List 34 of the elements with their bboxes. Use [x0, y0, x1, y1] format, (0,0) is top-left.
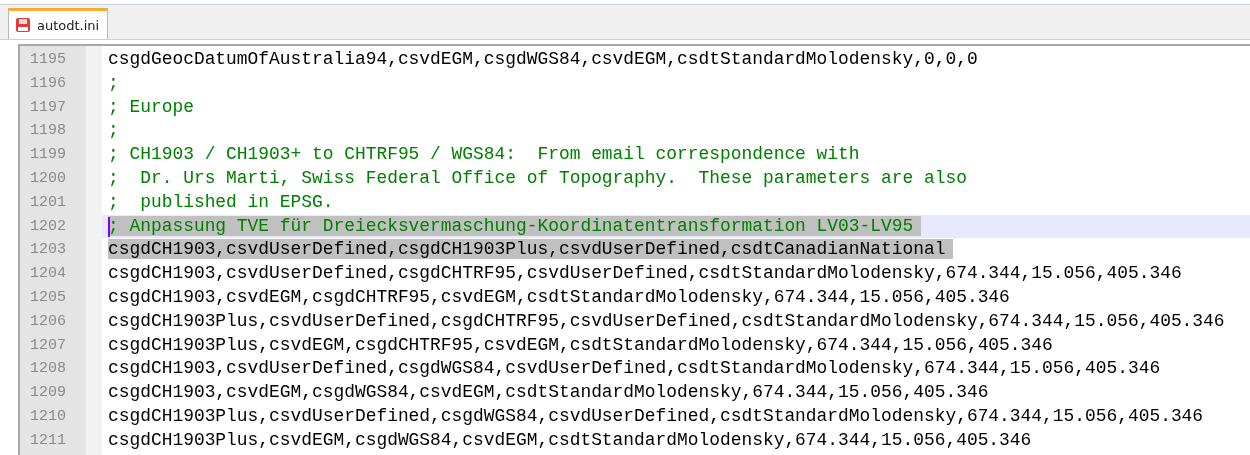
comment-line: ;: [108, 72, 119, 93]
file-tab[interactable]: autodt.ini: [8, 8, 109, 39]
line-number: 1208: [29, 359, 67, 380]
line-number: 1205: [29, 287, 67, 308]
line-number: 1202: [29, 216, 67, 237]
line-number: 1196: [29, 73, 67, 94]
line-number: 1206: [29, 311, 67, 332]
text-cursor: [108, 216, 110, 237]
comment-line: ; published in EPSG.: [108, 191, 334, 212]
line-number: 1200: [29, 169, 67, 189]
code-line: csgdCH1903Plus,csvdEGM,csgdWGS84,csvdEGM,csdtStandardMolodensky,674.344,15.056,405.346: [108, 429, 1032, 450]
line-number: 1204: [29, 264, 67, 285]
comment-line: ; Dr. Urs Marti, Swiss Federal Office of Topography. These parameters are also: [108, 168, 967, 188]
line-number: 1198: [29, 121, 67, 142]
code-line: csgdCH1903Plus,csvdUserDefined,csgdWGS84,csvdUserDefined,csdtStandardMolodensky,674.344,15.056,405.346: [108, 405, 1204, 426]
code-line: csgdGeocDatumOfAustralia94,csvdEGM,csgdWGS84,csvdEGM,csdtStandardMolodensky,0,0,0: [108, 49, 978, 69]
comment-line: ; CH1903 / CH1903+ to CHTRF95 / WGS84: From email correspondence with: [108, 144, 860, 165]
line-number: 1210: [29, 406, 67, 427]
code-line: csgdCH1903,csvdUserDefined,csgdWGS84,csvdUserDefined,csdtStandardMolodensky,674.344,15.056,405.346: [108, 358, 1161, 379]
line-number: 1201: [29, 192, 67, 213]
line-number: 1195: [29, 50, 67, 70]
line-number: 1207: [29, 335, 67, 356]
code-line: csgdCH1903,csvdEGM,csgdCHTRF95,csvdEGM,csdtStandardMolodensky,674.344,15.056,405.346: [108, 286, 1010, 307]
line-number: 1209: [29, 383, 67, 404]
code-line: csgdCH1903Plus,csvdUserDefined,csgdCHTRF95,csvdUserDefined,csdtStandardMolodensky,674.344,15.056,405.346: [108, 310, 1225, 331]
code-line: csgdCH1903,csvdUserDefined,csgdCHTRF95,csvdUserDefined,csdtStandardMolodensky,674.344,15.056,405.346: [108, 263, 1182, 284]
code-line: csgdCH1903Plus,csvdEGM,csgdCHTRF95,csvdEGM,csdtStandardMolodensky,674.344,15.056,405.346: [108, 334, 1053, 355]
comment-line: ; Europe: [108, 96, 194, 117]
code-line: csgdCH1903,csvdEGM,csgdWGS84,csvdEGM,csdtStandardMolodensky,674.344,15.056,405.346: [108, 382, 989, 403]
line-number: 1199: [29, 145, 67, 166]
comment-line: ;: [108, 120, 119, 141]
line-number: 1203: [29, 240, 67, 261]
line-number: 1197: [29, 97, 67, 118]
line-number: 1211: [29, 430, 67, 451]
